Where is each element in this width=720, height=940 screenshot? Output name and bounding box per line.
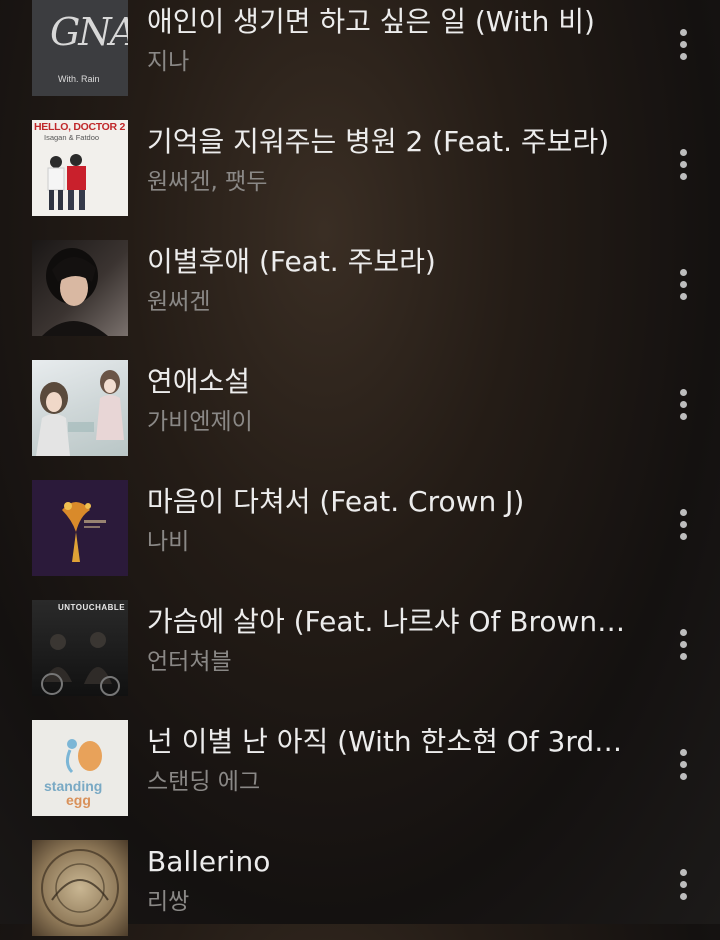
song-artist: 리쌍 (147, 889, 190, 915)
album-art-subtitle: egg (66, 792, 91, 808)
album-art-figures (47, 154, 86, 210)
song-title: 기억을 지워주는 병원 2 (Feat. 주보라) (147, 125, 610, 158)
song-row[interactable]: 연애소설 가비엔제이 (0, 340, 720, 460)
song-artist: 원써겐 (147, 289, 211, 315)
song-row[interactable]: standing egg 넌 이별 난 아직 (With 한소현 Of 3rd … (0, 700, 720, 820)
song-title: 이별후애 (Feat. 주보라) (147, 245, 436, 278)
song-row[interactable]: 이별후애 (Feat. 주보라) 원써겐 (0, 220, 720, 340)
song-artist: 가비엔제이 (147, 409, 253, 435)
song-row[interactable]: HELLO, DOCTOR 2 Isagan & Fatdoo 기억을 지워주는… (0, 100, 720, 220)
more-options-icon[interactable] (668, 624, 698, 664)
song-artist: 나비 (147, 529, 190, 555)
song-title: 연애소설 (147, 365, 251, 398)
song-artist: 스탠딩 에그 (147, 769, 261, 795)
song-title: 가슴에 살아 (Feat. 나르샤 Of Brown Eyed Girls) (147, 605, 627, 638)
song-title: 애인이 생기면 하고 싶은 일 (With 비) (147, 5, 595, 38)
album-art: UNTOUCHABLE (32, 600, 128, 696)
song-artist: 지나 (147, 49, 190, 75)
song-title: Ballerino (147, 845, 271, 878)
album-art-pattern (41, 849, 119, 927)
song-list: GNA With. Rain 애인이 생기면 하고 싶은 일 (With 비) … (0, 0, 720, 940)
album-art-portrait (42, 248, 108, 336)
song-title: 마음이 다쳐서 (Feat. Crown J) (147, 485, 525, 518)
album-art (32, 480, 128, 576)
album-art: HELLO, DOCTOR 2 Isagan & Fatdoo (32, 120, 128, 216)
more-options-icon[interactable] (668, 24, 698, 64)
album-art (32, 240, 128, 336)
album-art-figures (41, 632, 120, 696)
more-options-icon[interactable] (668, 504, 698, 544)
song-title: 넌 이별 난 아직 (With 한소현 Of 3rd Coast) (147, 725, 627, 758)
album-art: GNA With. Rain (32, 0, 128, 96)
song-artist: 원써겐, 팻두 (147, 169, 268, 195)
album-art-caption: With. Rain (58, 74, 100, 84)
more-options-icon[interactable] (668, 264, 698, 304)
song-row[interactable]: Ballerino 리쌍 (0, 820, 720, 940)
song-artist: 언터쳐블 (147, 649, 232, 675)
album-art (32, 840, 128, 936)
more-options-icon[interactable] (668, 744, 698, 784)
album-art (32, 360, 128, 456)
song-row[interactable]: GNA With. Rain 애인이 생기면 하고 싶은 일 (With 비) … (0, 0, 720, 100)
album-art-figures (36, 370, 124, 456)
song-row[interactable]: UNTOUCHABLE 가슴에 살아 (Feat. 나르샤 Of Brown E… (0, 580, 720, 700)
album-art-emblem (62, 502, 106, 562)
album-art-logo: GNA (50, 10, 128, 54)
more-options-icon[interactable] (668, 864, 698, 904)
more-options-icon[interactable] (668, 384, 698, 424)
song-row[interactable]: 마음이 다쳐서 (Feat. Crown J) 나비 (0, 460, 720, 580)
album-art: standing egg (32, 720, 128, 816)
more-options-icon[interactable] (668, 144, 698, 184)
